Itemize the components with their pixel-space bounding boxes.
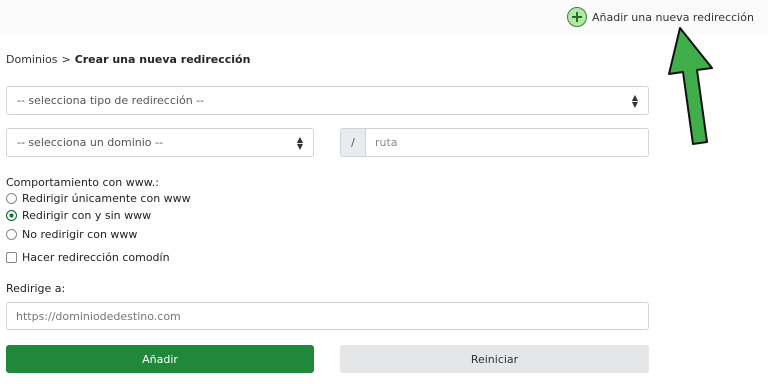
- radio-with-and-without-www[interactable]: Redirigir con y sin www: [6, 209, 151, 222]
- radio-button[interactable]: [6, 229, 17, 240]
- pointer-arrow-icon: [668, 27, 713, 145]
- radio-only-www[interactable]: Redirigir únicamente con www: [6, 192, 191, 205]
- radio-no-www-label: No redirigir con www: [22, 228, 138, 241]
- radio-with-and-without-www-label: Redirigir con y sin www: [22, 209, 152, 222]
- radio-button-selected[interactable]: [6, 210, 17, 221]
- radio-no-www[interactable]: No redirigir con www: [6, 228, 137, 241]
- wildcard-label: Hacer redirección comodín: [22, 251, 170, 264]
- domain-select[interactable]: -- selecciona un dominio -- ▲ ▼: [6, 128, 314, 157]
- path-input-group: /: [340, 128, 649, 157]
- breadcrumb-separator: >: [61, 53, 71, 66]
- wildcard-checkbox[interactable]: [6, 252, 17, 263]
- domain-select-value: -- selecciona un dominio --: [17, 136, 163, 149]
- breadcrumb-current: Crear una nueva redirección: [74, 53, 251, 66]
- redirect-type-select-value: -- selecciona tipo de redirección --: [17, 94, 205, 107]
- radio-button[interactable]: [6, 193, 17, 204]
- add-new-redirect-link[interactable]: Añadir una nueva redirección: [567, 7, 754, 27]
- select-caret-icon: ▲ ▼: [296, 134, 303, 151]
- radio-only-www-label: Redirigir únicamente con www: [22, 192, 191, 205]
- path-prefix: /: [341, 129, 366, 156]
- breadcrumb-root[interactable]: Dominios: [6, 53, 57, 66]
- destination-label: Redirige a:: [6, 282, 66, 295]
- select-caret-icon: ▲ ▼: [631, 92, 638, 109]
- redirect-type-select[interactable]: -- selecciona tipo de redirección -- ▲ ▼: [6, 86, 649, 115]
- breadcrumb: Dominios > Crear una nueva redirección: [6, 53, 250, 66]
- reset-button[interactable]: Reiniciar: [340, 345, 649, 373]
- www-behavior-label: Comportamiento con www.:: [6, 176, 159, 189]
- add-new-redirect-label: Añadir una nueva redirección: [592, 10, 754, 24]
- path-input[interactable]: [366, 129, 648, 156]
- wildcard-checkbox-row[interactable]: Hacer redirección comodín: [6, 251, 170, 264]
- plus-circle-icon: [567, 7, 587, 27]
- destination-url-input[interactable]: [6, 302, 649, 330]
- add-button[interactable]: Añadir: [6, 345, 314, 373]
